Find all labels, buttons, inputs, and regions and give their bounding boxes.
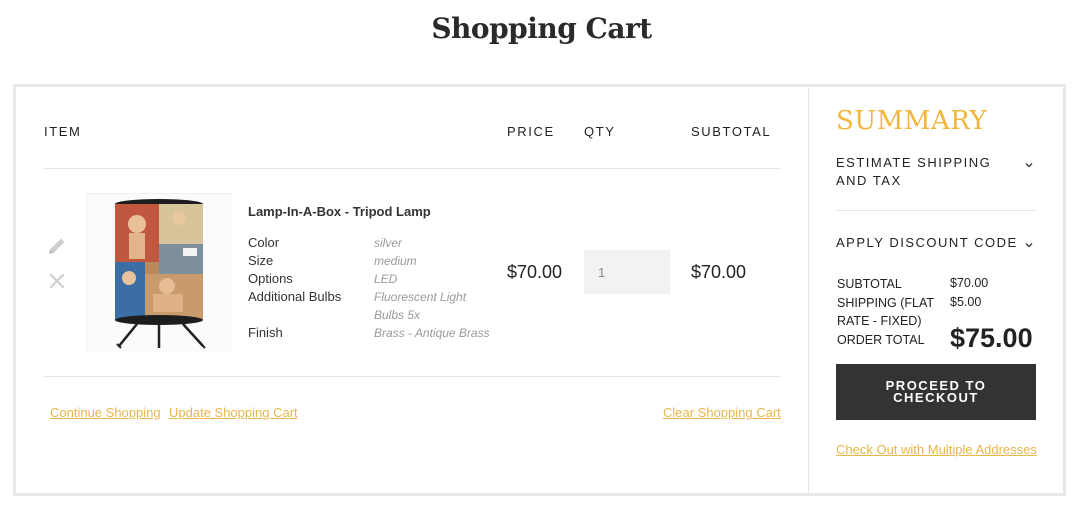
- summary-divider: [808, 87, 809, 493]
- column-header-price: PRICE: [507, 124, 555, 139]
- chevron-down-icon[interactable]: [1024, 157, 1034, 168]
- option-label: Size: [248, 253, 274, 268]
- header-divider: [43, 168, 781, 169]
- continue-shopping-link[interactable]: Continue Shopping: [50, 405, 161, 420]
- summary-divider-line: [836, 210, 1036, 211]
- clear-cart-link[interactable]: Clear Shopping Cart: [663, 405, 781, 420]
- shipping-label-line1: SHIPPING (FLAT: [837, 296, 935, 310]
- update-cart-link[interactable]: Update Shopping Cart: [169, 405, 298, 420]
- summary-title: SUMMARY: [836, 106, 988, 136]
- option-value: medium: [374, 254, 417, 268]
- quantity-input[interactable]: [584, 250, 670, 294]
- item-subtotal: $70.00: [691, 262, 747, 282]
- close-icon[interactable]: [47, 271, 69, 293]
- option-value: Bulbs 5x: [374, 308, 421, 322]
- shipping-value: $5.00: [950, 295, 982, 309]
- checkout-multiple-addresses-link[interactable]: Check Out with Multiple Addresses: [836, 442, 1037, 457]
- proceed-to-checkout-button[interactable]: PROCEED TO CHECKOUT: [836, 364, 1036, 420]
- option-label: Additional Bulbs: [248, 289, 342, 304]
- product-name[interactable]: Lamp-In-A-Box - Tripod Lamp: [248, 204, 431, 219]
- option-label: Color: [248, 235, 280, 250]
- chevron-down-icon[interactable]: [1024, 237, 1034, 248]
- order-total-label: ORDER TOTAL: [837, 333, 925, 347]
- option-value: Fluorescent Light: [374, 290, 467, 304]
- option-label: Options: [248, 271, 293, 286]
- option-value: silver: [374, 236, 403, 250]
- apply-discount-toggle[interactable]: APPLY DISCOUNT CODE: [836, 234, 1018, 252]
- shipping-label-line2: RATE - FIXED): [837, 314, 922, 328]
- subtotal-label: SUBTOTAL: [837, 277, 902, 291]
- estimate-shipping-toggle[interactable]: ESTIMATE SHIPPING AND TAX: [836, 154, 991, 190]
- column-header-qty: QTY: [584, 124, 616, 139]
- item-price: $70.00: [507, 262, 563, 282]
- option-label: Finish: [248, 325, 283, 340]
- column-header-subtotal: SUBTOTAL: [691, 124, 772, 139]
- estimate-shipping-label-line1: ESTIMATE SHIPPING: [836, 155, 992, 170]
- option-value: Brass - Antique Brass: [374, 326, 490, 340]
- option-value: LED: [374, 272, 398, 286]
- tripod-lamp-product-image[interactable]: [86, 193, 233, 352]
- estimate-shipping-label-line2: AND TAX: [836, 173, 902, 188]
- item-divider: [43, 376, 781, 377]
- order-total-value: $75.00: [950, 323, 1033, 353]
- subtotal-value: $70.00: [950, 276, 989, 290]
- column-header-item: ITEM: [44, 124, 82, 139]
- pencil-icon[interactable]: [46, 235, 68, 257]
- page-title: Shopping Cart: [431, 12, 652, 45]
